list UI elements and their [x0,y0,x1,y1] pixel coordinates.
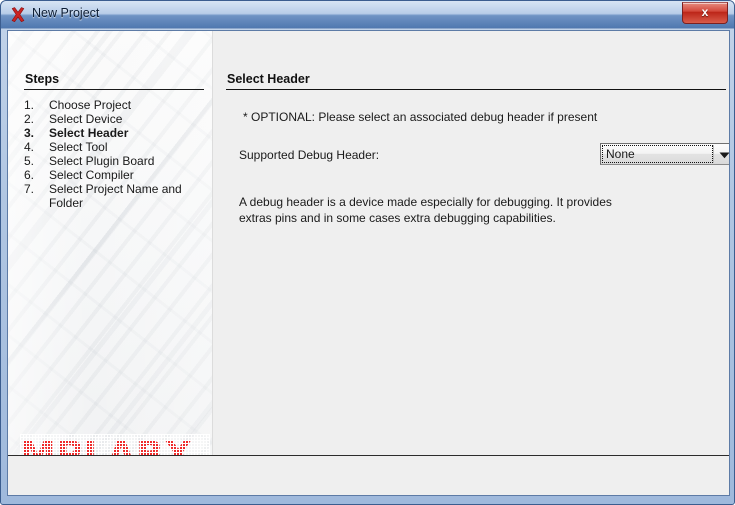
optional-note: * OPTIONAL: Please select an associated … [243,110,598,124]
step-label: Select Plugin Board [49,154,155,168]
sidebar-item-select-plugin-board[interactable]: 5. Select Plugin Board [24,154,210,168]
steps-list: 1. Choose Project 2. Select Device 3. Se… [24,98,210,210]
sidebar-item-select-tool[interactable]: 4. Select Tool [24,140,210,154]
step-label: Select Header [49,126,129,140]
step-number: 6. [24,168,35,182]
step-number: 1. [24,98,35,112]
page-title-divider [226,89,726,90]
step-label: Select Project Name and [49,182,182,196]
sidebar-item-select-project-name-and-folder[interactable]: 7. Select Project Name and [24,182,210,196]
combo-selected-value: None [606,147,635,161]
window-titlebar[interactable]: New Project x [1,1,734,29]
new-project-dialog: New Project x Steps 1. Choose Project 2.… [0,0,735,505]
mplab-x-logo-text: MPLABX [20,435,193,455]
supported-debug-header-label: Supported Debug Header: [239,148,380,162]
sidebar-item-select-device[interactable]: 2. Select Device [24,112,210,126]
dialog-content: Steps 1. Choose Project 2. Select Device… [8,31,729,456]
step-label: Select Compiler [49,168,134,182]
chevron-down-icon[interactable] [714,145,729,163]
step-label: Choose Project [49,98,132,112]
mplab-x-icon [9,6,27,24]
page-title: Select Header [227,72,310,86]
step-number: 7. [24,182,35,196]
dialog-client-area: Steps 1. Choose Project 2. Select Device… [7,30,730,496]
step-label: Select Tool [49,140,108,154]
dialog-footer: < Back Next > Finish Cancel Help [8,456,729,495]
mplab-x-logo: MPLABX [20,434,210,455]
supported-debug-header-select[interactable]: None [600,143,729,165]
step-number: 3. [24,126,35,140]
step-label: Select Device [49,112,123,126]
description-line-1: A debug header is a device made especial… [239,195,612,209]
select-header-panel: Select Header * OPTIONAL: Please select … [213,31,729,455]
sidebar-item-select-header[interactable]: 3. Select Header [24,126,210,140]
close-icon[interactable]: x [682,2,728,24]
header-description: A debug header is a device made especial… [239,194,659,226]
steps-heading-divider [24,89,204,90]
step-label-continuation: Folder [49,196,84,210]
step-number: 2. [24,112,35,126]
wizard-steps-sidebar: Steps 1. Choose Project 2. Select Device… [8,31,213,455]
sidebar-pattern-overlay [8,31,212,455]
steps-heading: Steps [25,72,60,86]
window-title: New Project [32,6,100,20]
sidebar-item-choose-project[interactable]: 1. Choose Project [24,98,210,112]
description-line-2: extras pins and in some cases extra debu… [239,211,556,225]
sidebar-item-select-compiler[interactable]: 6. Select Compiler [24,168,210,182]
step-number: 5. [24,154,35,168]
step-number: 4. [24,140,35,154]
mplab-x-logo-text-layer: MPLABX [20,434,210,455]
